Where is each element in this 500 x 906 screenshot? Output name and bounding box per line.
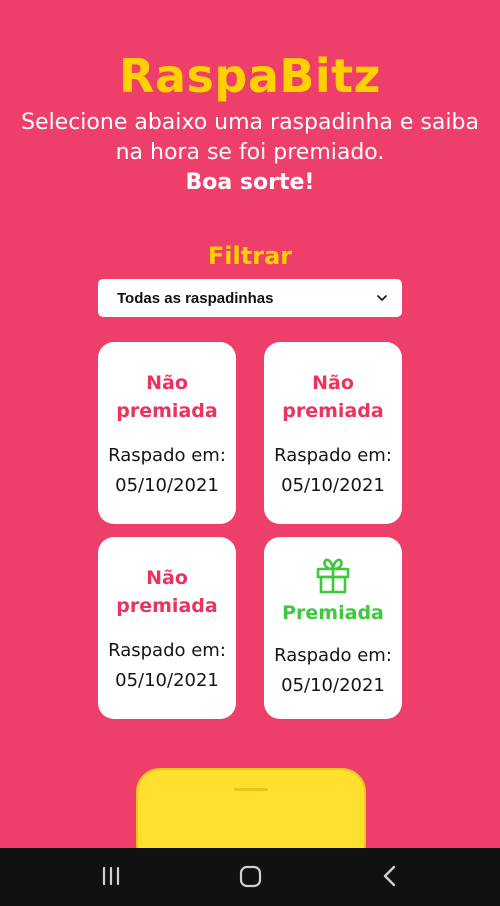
subtitle-emphasis: Boa sorte! bbox=[185, 170, 315, 195]
home-icon[interactable] bbox=[237, 864, 265, 890]
card-status: Não premiada bbox=[282, 372, 384, 422]
card-date: 05/10/2021 bbox=[115, 670, 219, 691]
subtitle-text: Selecione abaixo uma raspadinha e saiba … bbox=[21, 110, 479, 165]
scratch-card-3[interactable]: Não premiada Raspado em: 05/10/2021 bbox=[98, 537, 236, 719]
chevron-down-icon bbox=[377, 295, 387, 301]
header: RaspaBitz Selecione abaixo uma raspadinh… bbox=[0, 46, 500, 198]
card-status: Premiada bbox=[282, 602, 384, 624]
gift-icon bbox=[264, 555, 402, 599]
subtitle: Selecione abaixo uma raspadinha e saiba … bbox=[15, 108, 485, 198]
card-date: 05/10/2021 bbox=[281, 475, 385, 496]
card-date-label: Raspado em: bbox=[108, 640, 226, 661]
scratch-card-1[interactable]: Não premiada Raspado em: 05/10/2021 bbox=[98, 342, 236, 524]
card-date-label: Raspado em: bbox=[108, 445, 226, 466]
filter-selected-value: Todas as raspadinhas bbox=[117, 289, 274, 307]
card-date-label: Raspado em: bbox=[274, 445, 392, 466]
scratch-card-4[interactable]: Premiada Raspado em: 05/10/2021 bbox=[264, 537, 402, 719]
recent-apps-icon[interactable] bbox=[98, 864, 126, 890]
card-date-label: Raspado em: bbox=[274, 645, 392, 666]
back-icon[interactable] bbox=[377, 864, 405, 890]
system-navbar bbox=[0, 848, 500, 906]
filter-select[interactable]: Todas as raspadinhas bbox=[98, 279, 402, 317]
card-date: 05/10/2021 bbox=[115, 475, 219, 496]
card-notch bbox=[234, 788, 268, 791]
app-title: RaspaBitz bbox=[119, 49, 381, 103]
scratch-card-2[interactable]: Não premiada Raspado em: 05/10/2021 bbox=[264, 342, 402, 524]
filter-label: Filtrar bbox=[207, 242, 293, 270]
card-status: Não premiada bbox=[116, 567, 218, 617]
card-date: 05/10/2021 bbox=[281, 675, 385, 696]
card-status: Não premiada bbox=[116, 372, 218, 422]
